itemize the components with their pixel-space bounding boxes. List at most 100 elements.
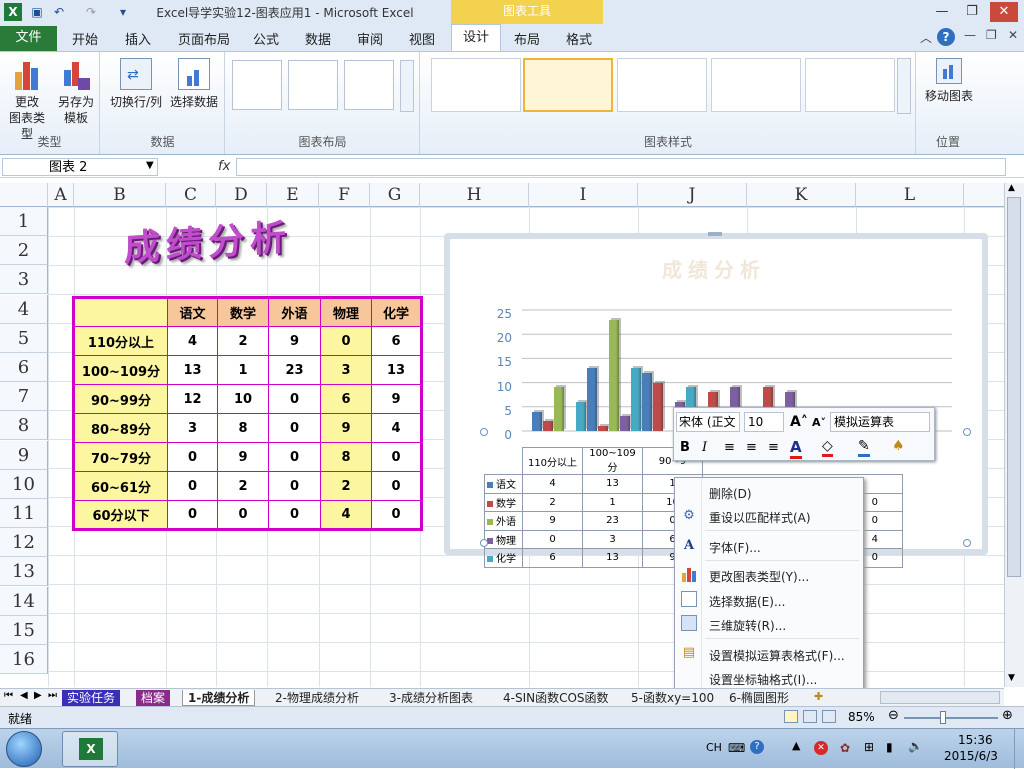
tab-design[interactable]: 设计 xyxy=(451,24,501,52)
row-label-cell[interactable]: 110分以上 xyxy=(73,326,168,356)
windows-flag-icon[interactable]: ⊞ xyxy=(864,740,874,754)
selection-handle-bottom-right[interactable] xyxy=(963,539,971,547)
tray-app-icon[interactable]: ✿ xyxy=(840,741,850,755)
header-cell-chemistry[interactable]: 化学 xyxy=(371,297,422,327)
row-header-4[interactable]: 4 xyxy=(0,294,48,324)
score-cell[interactable]: 23 xyxy=(268,355,321,385)
chart-bar[interactable] xyxy=(598,426,608,431)
row-label-cell[interactable]: 100~109分 xyxy=(73,355,168,385)
score-cell[interactable]: 4 xyxy=(167,326,218,356)
chart-bar[interactable] xyxy=(576,401,586,431)
style-thumb-gray[interactable] xyxy=(431,58,521,112)
chart-bar[interactable] xyxy=(631,368,641,431)
font-name-box[interactable]: 宋体 (正文 xyxy=(676,412,740,432)
selection-handle-right[interactable] xyxy=(963,428,971,436)
col-header-a[interactable]: A xyxy=(48,183,74,207)
font-size-box[interactable]: 10 xyxy=(744,412,784,432)
row-label-cell[interactable]: 60分以下 xyxy=(73,500,168,530)
row-label-cell[interactable]: 60~61分 xyxy=(73,471,168,501)
chart-element-dropdown[interactable]: 模拟运算表 xyxy=(830,412,930,432)
ime-language[interactable]: CH xyxy=(706,741,722,754)
sheet-tab-4[interactable]: 4-SIN函数COS函数 xyxy=(498,690,614,706)
row-header-13[interactable]: 13 xyxy=(0,557,48,587)
header-cell-math[interactable]: 数学 xyxy=(217,297,269,327)
row-header-15[interactable]: 15 xyxy=(0,615,48,645)
change-chart-type-button[interactable]: 更改 图表类型 xyxy=(4,58,50,142)
style-thumb-multicolor[interactable] xyxy=(523,58,613,112)
zoom-slider-thumb[interactable] xyxy=(940,711,946,724)
doc-minimize-icon[interactable]: — xyxy=(964,28,976,42)
col-header-d[interactable]: D xyxy=(216,183,267,207)
network-icon[interactable]: ▮ xyxy=(886,740,893,754)
score-cell[interactable]: 12 xyxy=(167,384,218,414)
tab-data[interactable]: 数据 xyxy=(305,29,331,48)
row-header-5[interactable]: 5 xyxy=(0,323,48,353)
score-cell[interactable]: 4 xyxy=(371,413,422,443)
score-cell[interactable]: 10 xyxy=(217,384,269,414)
col-header-e[interactable]: E xyxy=(267,183,319,207)
score-cell[interactable]: 2 xyxy=(320,471,372,501)
score-cell[interactable]: 9 xyxy=(217,442,269,472)
table-corner-cell[interactable] xyxy=(73,297,168,327)
row-label-cell[interactable]: 80~89分 xyxy=(73,413,168,443)
show-hidden-icons[interactable]: ▲ xyxy=(792,739,800,752)
font-color-icon[interactable]: A xyxy=(790,438,802,459)
move-chart-button[interactable]: 移动图表 xyxy=(919,58,979,104)
chart-bar[interactable] xyxy=(620,416,630,431)
score-cell[interactable]: 0 xyxy=(320,326,372,356)
menu-item-change-chart-type[interactable]: 更改图表类型(Y)... xyxy=(709,568,809,585)
scroll-down-icon[interactable]: ▼ xyxy=(1008,673,1015,683)
header-cell-physics[interactable]: 物理 xyxy=(320,297,372,327)
clock-time[interactable]: 15:36 xyxy=(958,733,993,747)
tab-view[interactable]: 视图 xyxy=(409,29,435,48)
row-header-1[interactable]: 1 xyxy=(0,207,48,236)
chart-bar[interactable] xyxy=(532,411,542,431)
col-header-h[interactable]: H xyxy=(420,183,529,207)
score-cell[interactable]: 0 xyxy=(167,471,218,501)
row-header-16[interactable]: 16 xyxy=(0,645,48,674)
score-cell[interactable]: 0 xyxy=(268,384,321,414)
menu-item-font[interactable]: 字体(F)... xyxy=(709,539,761,556)
sheet-tab-1[interactable]: 1-成绩分析 xyxy=(182,690,256,706)
menu-item-delete[interactable]: 删除(D) xyxy=(709,485,752,502)
col-header-b[interactable]: B xyxy=(74,183,166,207)
sheet-tab-6[interactable]: 6-椭圆图形 xyxy=(724,690,794,706)
col-header-i[interactable]: I xyxy=(529,183,638,207)
row-header-2[interactable]: 2 xyxy=(0,236,48,266)
chart-bar[interactable] xyxy=(609,319,619,431)
sheet-tab-5[interactable]: 5-函数xy=100 xyxy=(626,690,719,706)
score-cell[interactable]: 0 xyxy=(371,442,422,472)
save-as-template-button[interactable]: 另存为 模板 xyxy=(54,58,98,126)
score-cell[interactable]: 0 xyxy=(371,500,422,530)
select-data-button[interactable]: 选择数据 xyxy=(167,58,221,110)
tab-scroll-first-icon[interactable]: ⏮ xyxy=(4,690,13,701)
tab-formulas[interactable]: 公式 xyxy=(253,29,279,48)
menu-item-format-axis[interactable]: 设置坐标轴格式(I)... xyxy=(709,671,817,688)
sheet-tab-archive[interactable]: 档案 xyxy=(136,690,171,706)
score-cell[interactable]: 0 xyxy=(167,500,218,530)
chart-bar[interactable] xyxy=(642,372,652,431)
score-cell[interactable]: 1 xyxy=(217,355,269,385)
help-icon[interactable]: ? xyxy=(937,28,955,46)
tab-file[interactable]: 文件 xyxy=(0,26,57,51)
score-cell[interactable]: 0 xyxy=(268,442,321,472)
scroll-thumb[interactable] xyxy=(1007,197,1021,577)
row-label-cell[interactable]: 70~79分 xyxy=(73,442,168,472)
layout-thumb-1[interactable] xyxy=(232,60,282,110)
save-icon[interactable]: ▣ xyxy=(28,3,46,21)
col-header-k[interactable]: K xyxy=(747,183,856,207)
collapse-ribbon-icon[interactable]: ︿ xyxy=(920,29,932,46)
grow-font-icon[interactable]: A˄ xyxy=(790,414,808,430)
insert-function-icon[interactable]: fx xyxy=(218,159,230,174)
select-all-corner[interactable] xyxy=(0,183,48,207)
score-cell[interactable]: 0 xyxy=(268,413,321,443)
volume-icon[interactable]: 🔈 xyxy=(908,739,923,753)
help-tray-icon[interactable]: ? xyxy=(750,740,764,754)
row-header-12[interactable]: 12 xyxy=(0,528,48,558)
formula-input[interactable] xyxy=(236,158,1006,176)
chart-bar[interactable] xyxy=(653,382,663,431)
score-cell[interactable]: 6 xyxy=(371,326,422,356)
redo-icon[interactable]: ↷ xyxy=(82,3,100,21)
style-thumb-blue[interactable] xyxy=(617,58,707,112)
tab-scroll-last-icon[interactable]: ⏭ xyxy=(48,690,57,701)
